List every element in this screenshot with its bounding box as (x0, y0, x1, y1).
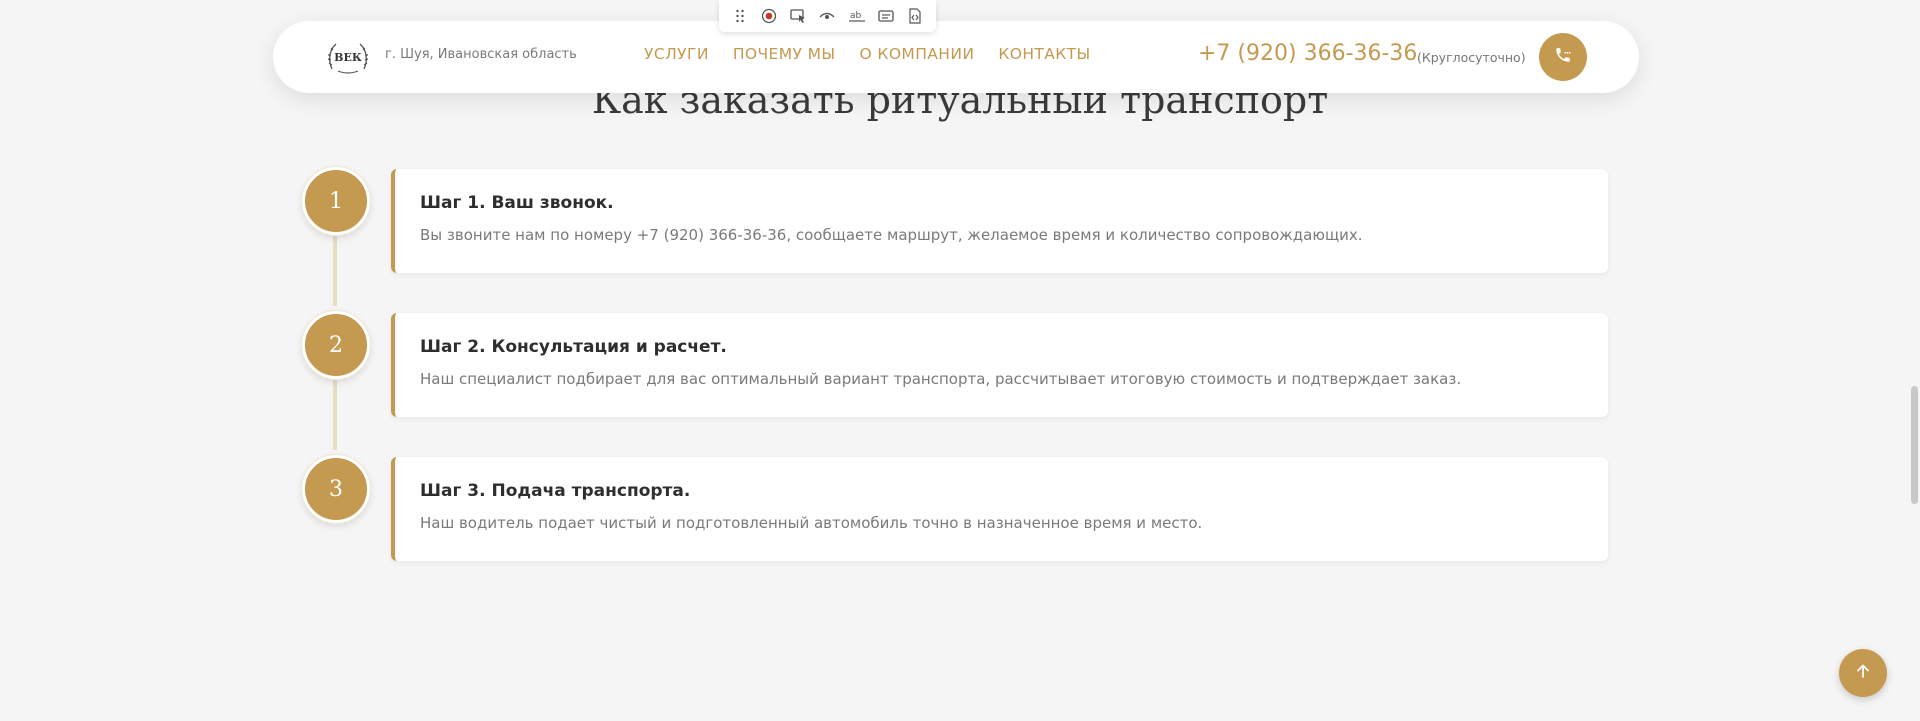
step-description: Вы звоните нам по номеру +7 (920) 366-36… (420, 226, 1363, 244)
logo-text: ВЕК (334, 51, 362, 64)
drag-handle-icon[interactable] (730, 6, 750, 26)
editor-toolbar: ab (719, 0, 936, 32)
step-number-badge: 1 (302, 167, 370, 235)
svg-text:ab: ab (850, 11, 862, 21)
text-edit-icon[interactable]: ab (847, 6, 867, 26)
nav-item-contacts[interactable]: КОНТАКТЫ (998, 45, 1090, 63)
step-card: Шаг 3. Подача транспорта. Наш водитель п… (391, 457, 1608, 561)
arrow-up-icon (1855, 663, 1871, 683)
main-nav: УСЛУГИ ПОЧЕМУ МЫ О КОМПАНИИ КОНТАКТЫ (644, 45, 1091, 63)
scroll-to-top-button[interactable] (1839, 649, 1887, 697)
step-description: Наш водитель подает чистый и подготовлен… (420, 514, 1203, 532)
step-card: Шаг 2. Консультация и расчет. Наш специа… (391, 313, 1608, 417)
timeline-connector (333, 236, 337, 306)
code-icon[interactable] (905, 6, 925, 26)
timeline-connector (333, 380, 337, 450)
record-icon[interactable] (759, 6, 779, 26)
scrollbar-thumb[interactable] (1911, 386, 1918, 504)
select-element-icon[interactable] (788, 6, 808, 26)
step-description: Наш специалист подбирает для вас оптимал… (420, 370, 1462, 388)
step-title: Шаг 1. Ваш звонок. (420, 193, 614, 213)
step-card: Шаг 1. Ваш звонок. Вы звоните нам по ном… (391, 169, 1608, 273)
step-title: Шаг 3. Подача транспорта. (420, 481, 691, 501)
step-number-badge: 3 (302, 455, 370, 523)
site-header: ВЕК г. Шуя, Ивановская область УСЛУГИ ПО… (273, 21, 1639, 93)
preview-icon[interactable] (817, 6, 837, 26)
city-label: г. Шуя, Ивановская область (385, 47, 577, 62)
nav-item-why-us[interactable]: ПОЧЕМУ МЫ (733, 45, 836, 63)
step-title: Шаг 2. Консультация и расчет. (420, 337, 727, 357)
hours-label: (Круглосуточно) (1417, 50, 1526, 65)
call-button[interactable] (1539, 33, 1587, 81)
page-scrollbar[interactable] (1908, 0, 1920, 721)
step-number-badge: 2 (302, 311, 370, 379)
phone-icon (1554, 46, 1572, 68)
caption-icon[interactable] (876, 6, 896, 26)
nav-item-services[interactable]: УСЛУГИ (644, 45, 709, 63)
nav-item-about[interactable]: О КОМПАНИИ (860, 45, 975, 63)
phone-link[interactable]: +7 (920) 366-36-36 (1198, 41, 1417, 66)
company-logo[interactable]: ВЕК (326, 39, 370, 76)
